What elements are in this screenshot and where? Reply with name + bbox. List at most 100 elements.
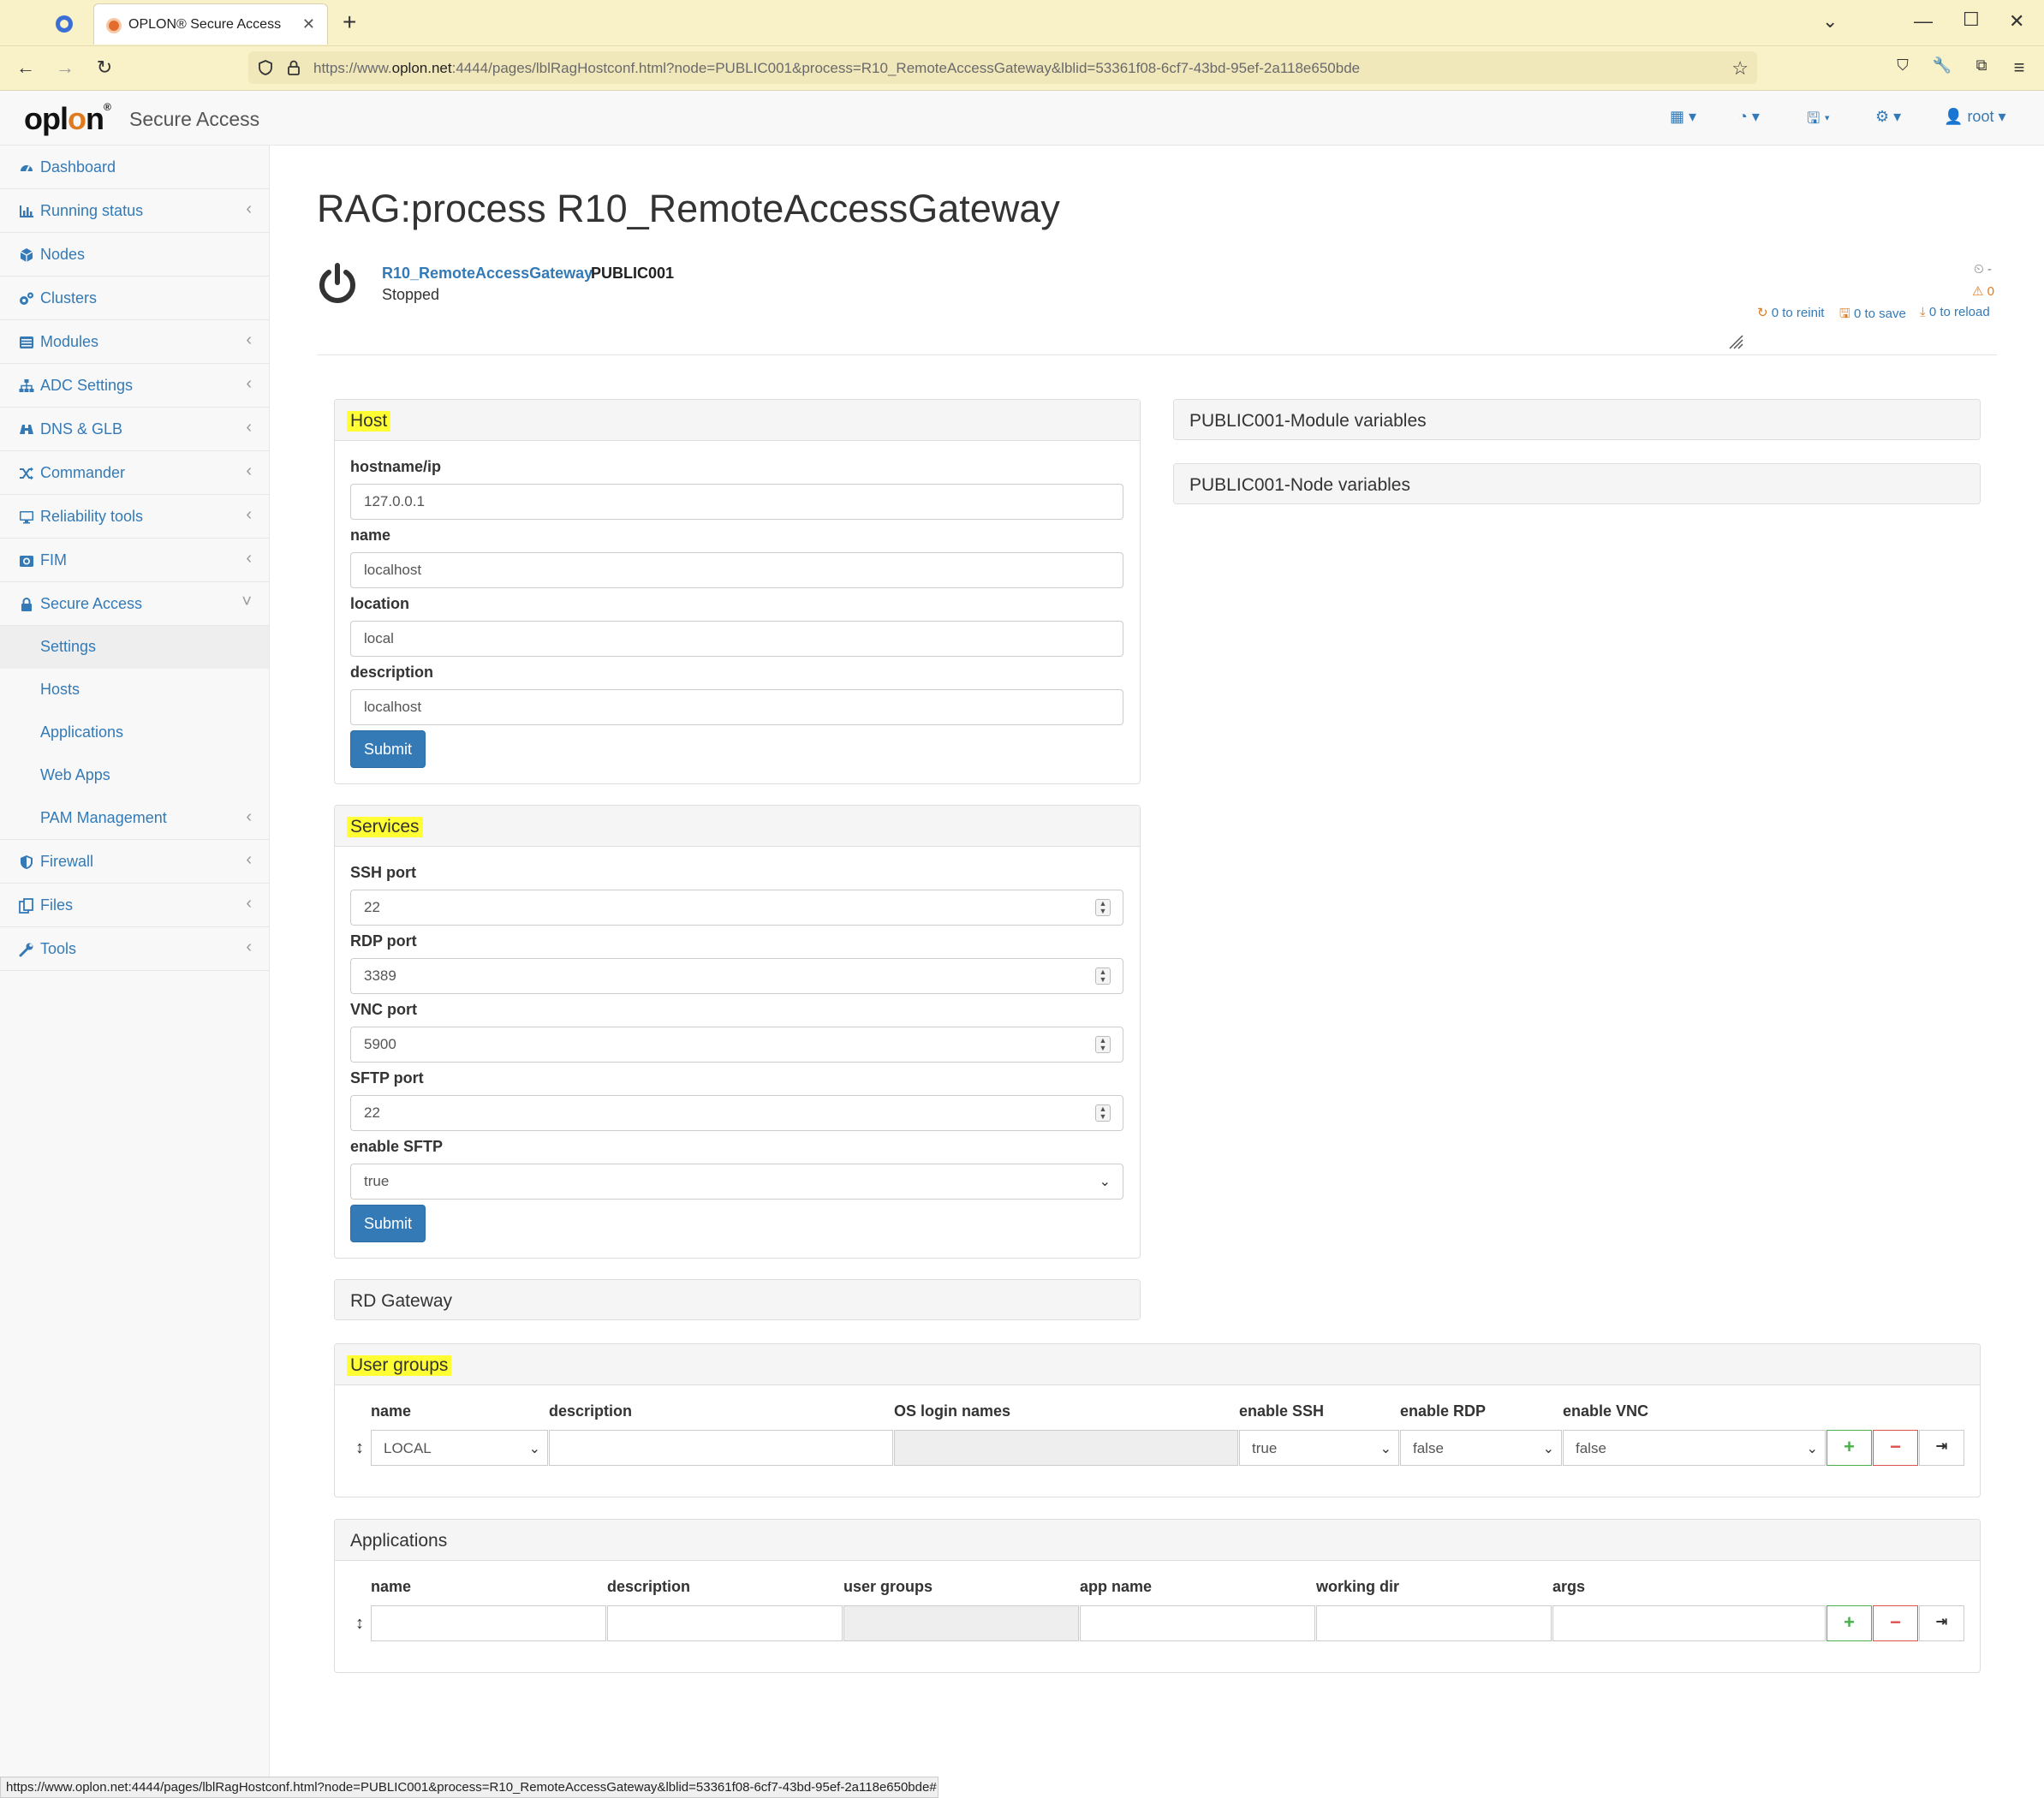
tools-icon[interactable]: 🔧 <box>1930 57 1954 80</box>
enable-sftp-select[interactable]: true ⌄ <box>350 1164 1123 1200</box>
sidebar-item-dns-glb[interactable]: DNS & GLB ‹ <box>0 408 269 451</box>
sidebar-item-commander[interactable]: Commander ‹ <box>0 451 269 495</box>
user-group-name-select[interactable]: LOCAL ⌄ <box>371 1430 548 1466</box>
enable-vnc-select[interactable]: false ⌄ <box>1563 1430 1826 1466</box>
location-input[interactable]: local <box>350 621 1123 657</box>
user-groups-panel-header[interactable]: User groups <box>335 1344 1980 1385</box>
services-panel-header[interactable]: Services <box>335 806 1140 847</box>
sidebar-item-dashboard[interactable]: Dashboard <box>0 146 269 189</box>
name-input[interactable]: localhost <box>350 552 1123 588</box>
sidebar-subitem-pam-management[interactable]: PAM Management ‹ <box>0 797 269 840</box>
host-panel-header[interactable]: Host <box>335 400 1140 441</box>
ssh-port-input[interactable]: 22 ▲ ▼ <box>350 890 1123 926</box>
bookmark-star-icon[interactable]: ☆ <box>1731 57 1749 80</box>
drag-handle-icon[interactable]: ↕ <box>355 1438 364 1458</box>
enable-ssh-select[interactable]: true ⌄ <box>1239 1430 1399 1466</box>
app-description-input[interactable] <box>607 1605 843 1641</box>
uptime-value: - <box>1987 262 1992 277</box>
remove-row-button[interactable]: − <box>1873 1605 1918 1641</box>
host-submit-button[interactable]: Submit <box>350 730 426 768</box>
resize-handle-icon[interactable] <box>1728 334 1743 349</box>
tab-list-chevron-icon[interactable]: ⌄ <box>1822 10 1838 33</box>
app-name-input[interactable] <box>371 1605 606 1641</box>
spinner-icon[interactable]: ▲ ▼ <box>1095 1036 1111 1053</box>
lock-icon[interactable] <box>286 59 301 76</box>
save-link[interactable]: 🖫 0 to save <box>1839 305 1906 326</box>
remove-row-button[interactable]: − <box>1873 1430 1918 1466</box>
sidebar-item-fim[interactable]: FIM ‹ <box>0 539 269 582</box>
sidebar-subitem-settings[interactable]: Settings <box>0 626 269 669</box>
spinner-icon[interactable]: ▲ ▼ <box>1095 899 1111 916</box>
back-icon[interactable]: ← <box>14 57 38 80</box>
sidebar-item-files[interactable]: Files ‹ <box>0 884 269 927</box>
settings-menu-icon[interactable]: ⚙ ▾ <box>1875 108 1901 126</box>
process-link[interactable]: R10_RemoteAccessGateway <box>382 265 593 283</box>
app-user-groups-input[interactable] <box>843 1605 1079 1641</box>
minimize-icon[interactable]: — <box>1914 10 1933 33</box>
reload-icon[interactable]: ↻ <box>92 57 116 80</box>
applications-panel-header[interactable]: Applications <box>335 1520 1980 1561</box>
sidebar-item-clusters[interactable]: Clusters <box>0 277 269 320</box>
sidebar-subitem-applications[interactable]: Applications <box>0 711 269 754</box>
node-variables-panel[interactable]: PUBLIC001-Node variables <box>1173 463 1981 504</box>
oplon-logo[interactable]: oplon® <box>24 101 111 137</box>
cogs-icon <box>19 291 34 307</box>
drag-handle-icon[interactable]: ↕ <box>355 1614 364 1634</box>
add-row-button[interactable]: + <box>1826 1430 1872 1466</box>
power-icon[interactable] <box>317 262 358 305</box>
services-submit-button[interactable]: Submit <box>350 1205 426 1242</box>
sidebar-item-nodes[interactable]: Nodes <box>0 233 269 277</box>
sidebar-item-modules[interactable]: Modules ‹ <box>0 320 269 364</box>
description-input[interactable]: localhost <box>350 689 1123 725</box>
firefox-view-icon[interactable] <box>53 13 75 35</box>
url-bar[interactable]: https://www.oplon.net:4444/pages/lblRagH… <box>248 51 1757 84</box>
maximize-icon[interactable]: ☐ <box>1963 9 1980 31</box>
forward-icon[interactable]: → <box>53 57 77 80</box>
sign-in-icon[interactable]: ⇥ <box>1919 1605 1964 1641</box>
reload-link[interactable]: ⤓ 0 to reload <box>1920 305 1990 319</box>
rd-gateway-panel-header[interactable]: RD Gateway <box>335 1280 1140 1319</box>
rdp-port-input[interactable]: 3389 ▲ ▼ <box>350 958 1123 994</box>
node-variables-panel-header[interactable]: PUBLIC001-Node variables <box>1174 464 1980 503</box>
sidebar-item-tools[interactable]: Tools ‹ <box>0 927 269 971</box>
sidebar-item-reliability-tools[interactable]: Reliability tools ‹ <box>0 495 269 539</box>
sidebar-subitem-web-apps[interactable]: Web Apps <box>0 754 269 797</box>
browser-tab[interactable]: OPLON® Secure Access ✕ <box>93 3 328 45</box>
sidebar-item-running-status[interactable]: Running status ‹ <box>0 189 269 233</box>
enable-rdp-select[interactable]: false ⌄ <box>1400 1430 1562 1466</box>
user-group-description-input[interactable] <box>549 1430 893 1466</box>
sidebar-subitem-hosts[interactable]: Hosts <box>0 669 269 711</box>
url-text[interactable]: https://www.oplon.net:4444/pages/lblRagH… <box>313 60 1360 77</box>
browser-status-bar: https://www.oplon.net:4444/pages/lblRagH… <box>0 1777 939 1798</box>
host-panel-title: Host <box>347 411 391 432</box>
module-variables-panel-header[interactable]: PUBLIC001-Module variables <box>1174 400 1980 439</box>
reinit-link[interactable]: ↻ 0 to reinit <box>1757 305 1824 320</box>
sidebar-item-secure-access[interactable]: Secure Access ˅ <box>0 582 269 626</box>
sftp-port-input[interactable]: 22 ▲ ▼ <box>350 1095 1123 1131</box>
add-row-button[interactable]: + <box>1826 1605 1872 1641</box>
spinner-icon[interactable]: ▲ ▼ <box>1095 1104 1111 1122</box>
module-variables-panel[interactable]: PUBLIC001-Module variables <box>1173 399 1981 440</box>
app-working-dir-input[interactable] <box>1316 1605 1552 1641</box>
window-close-icon[interactable]: ✕ <box>2009 10 2024 33</box>
sidebar-item-adc-settings[interactable]: ADC Settings ‹ <box>0 364 269 408</box>
vnc-port-input[interactable]: 5900 ▲ ▼ <box>350 1027 1123 1063</box>
menu-icon[interactable]: ≡ <box>2007 57 2031 80</box>
extensions-icon[interactable]: ⧉ <box>1970 57 1993 80</box>
tracking-shield-icon[interactable] <box>257 59 274 76</box>
app-app-name-input[interactable] <box>1080 1605 1315 1641</box>
sidebar-item-firewall[interactable]: Firewall ‹ <box>0 840 269 884</box>
grid-menu-icon[interactable]: ▦ ▾ <box>1670 108 1696 126</box>
hostname-input[interactable]: 127.0.0.1 <box>350 484 1123 520</box>
pocket-icon[interactable]: ⛉ <box>1891 57 1915 80</box>
spinner-icon[interactable]: ▲ ▼ <box>1095 967 1111 985</box>
save-menu-icon[interactable]: 🖫 ▾ <box>1807 108 1830 134</box>
app-args-input[interactable] <box>1552 1605 1826 1641</box>
user-menu[interactable]: 👤 root ▾ <box>1944 108 2006 126</box>
rd-gateway-panel[interactable]: RD Gateway <box>334 1279 1141 1320</box>
sign-in-icon[interactable]: ⇥ <box>1919 1430 1964 1466</box>
dashboard-menu-icon[interactable]: ◔ ▾ <box>1738 108 1760 126</box>
tab-close-icon[interactable]: ✕ <box>302 15 315 33</box>
user-group-os-login-input[interactable] <box>894 1430 1238 1466</box>
new-tab-button[interactable]: + <box>343 9 356 36</box>
